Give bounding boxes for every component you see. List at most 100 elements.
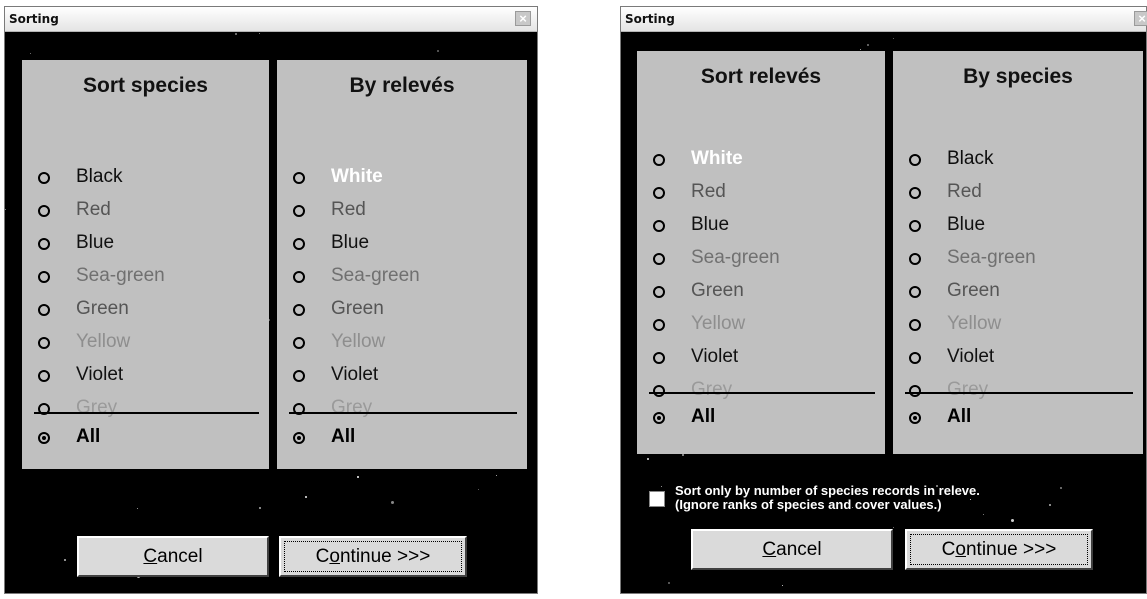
star-dot [782,585,783,586]
radio-icon[interactable] [38,172,50,184]
cancel-label-rest: ancel [776,539,822,560]
checkbox-label[interactable]: Sort only by number of species records i… [675,484,980,512]
radio-icon[interactable] [909,220,921,232]
star-dot [357,476,359,478]
option-label: Yellow [691,313,746,334]
by-species-panel: By species Black Red Blue Sea-green Green Yel… [893,51,1143,454]
option-label: Green [76,298,129,319]
sorting-dialog-1: Sorting × Sort species Black Red Blue Sea-g… [4,6,538,594]
option-label: Violet [691,346,739,367]
option-label: Green [331,298,384,319]
radio-icon[interactable] [909,385,921,397]
radio-icon[interactable] [38,337,50,349]
radio-icon[interactable] [293,172,305,184]
option-label: Yellow [76,331,131,352]
radio-icon[interactable] [38,205,50,217]
continue-label-accel: o [955,539,966,560]
radio-icon[interactable] [38,370,50,382]
radio-icon[interactable] [293,337,305,349]
sort-releves-panel: Sort relevés White Red Blue Sea-green Green Y… [637,51,885,454]
radio-icon[interactable] [909,352,921,364]
radio-icon[interactable] [653,412,665,424]
option-label: Blue [947,214,986,235]
cancel-button[interactable]: Cancel [77,536,269,577]
option-label: Red [76,199,111,220]
option-label: All [76,426,101,447]
star-dot [668,582,670,584]
radio-icon[interactable] [909,412,921,424]
panel-title: Sort species [83,74,208,97]
radio-icon[interactable] [653,385,665,397]
option-label: Grey [691,379,733,400]
option-label: Red [947,181,982,202]
option-label: Grey [76,397,118,418]
close-icon[interactable]: × [1134,11,1147,26]
radio-icon[interactable] [653,286,665,298]
radio-icon[interactable] [909,187,921,199]
radio-icon[interactable] [909,253,921,265]
separator [34,412,259,414]
title-bar[interactable]: Sorting × [621,7,1147,32]
radio-icon[interactable] [653,352,665,364]
star-dot [1011,519,1014,522]
continue-label-rest: ntinue >>> [339,546,431,567]
radio-icon[interactable] [293,238,305,250]
option-label: All [691,406,716,427]
star-dot [893,527,894,528]
star-dot [682,454,684,456]
title-bar[interactable]: Sorting × [5,7,537,32]
radio-icon[interactable] [909,286,921,298]
option-label: Red [691,181,726,202]
radio-icon[interactable] [653,187,665,199]
panel-title: By relevés [349,74,455,97]
radio-icon[interactable] [909,319,921,331]
option-label: Black [947,148,994,169]
option-label: All [331,426,356,447]
option-label: Sea-green [947,247,1036,268]
checkbox-label-line1: Sort only by number of species records i… [675,483,980,498]
cancel-label-accel: C [143,546,158,567]
sort-by-count-checkbox[interactable] [649,491,665,507]
option-label: Grey [947,379,989,400]
star-dot [259,33,260,34]
option-label: Sea-green [76,265,165,286]
cancel-label-rest: ancel [157,546,203,567]
option-label: White [691,148,743,169]
continue-label-pre: C [315,546,330,567]
radio-icon[interactable] [38,304,50,316]
radio-icon[interactable] [909,154,921,166]
radio-icon[interactable] [293,370,305,382]
option-label: Black [76,166,123,187]
radio-icon[interactable] [653,253,665,265]
starfield-background: Sort species Black Red Blue Sea-green Green Y… [5,32,537,593]
sort-species-panel: Sort species Black Red Blue Sea-green Green Y… [22,60,269,469]
radio-icon[interactable] [653,154,665,166]
radio-icon[interactable] [293,205,305,217]
panel-title: Sort relevés [700,65,822,88]
cancel-button[interactable]: Cancel [691,529,893,570]
continue-button[interactable]: Continue >>> [905,529,1093,570]
sorting-dialog-2: Sorting × Sort relevés White Red Blue Sea-g… [620,6,1147,594]
radio-icon[interactable] [293,304,305,316]
radio-icon[interactable] [293,271,305,283]
close-icon[interactable]: × [515,11,531,26]
radio-icon[interactable] [38,238,50,250]
continue-button[interactable]: Continue >>> [279,536,467,577]
option-label: Blue [331,232,370,253]
radio-icon[interactable] [653,319,665,331]
radio-icon[interactable] [293,432,305,444]
star-dot [259,507,261,509]
panel-title: By species [963,65,1073,88]
radio-icon[interactable] [38,432,50,444]
star-dot [478,489,479,490]
option-label: Sea-green [691,247,780,268]
star-dot [235,33,237,35]
radio-icon[interactable] [38,271,50,283]
option-label: Green [691,280,744,301]
option-label: Sea-green [331,265,420,286]
continue-label-rest: ntinue >>> [965,539,1057,560]
star-dot [893,38,894,39]
star-dot [647,458,649,460]
star-dot [64,559,66,561]
radio-icon[interactable] [653,220,665,232]
